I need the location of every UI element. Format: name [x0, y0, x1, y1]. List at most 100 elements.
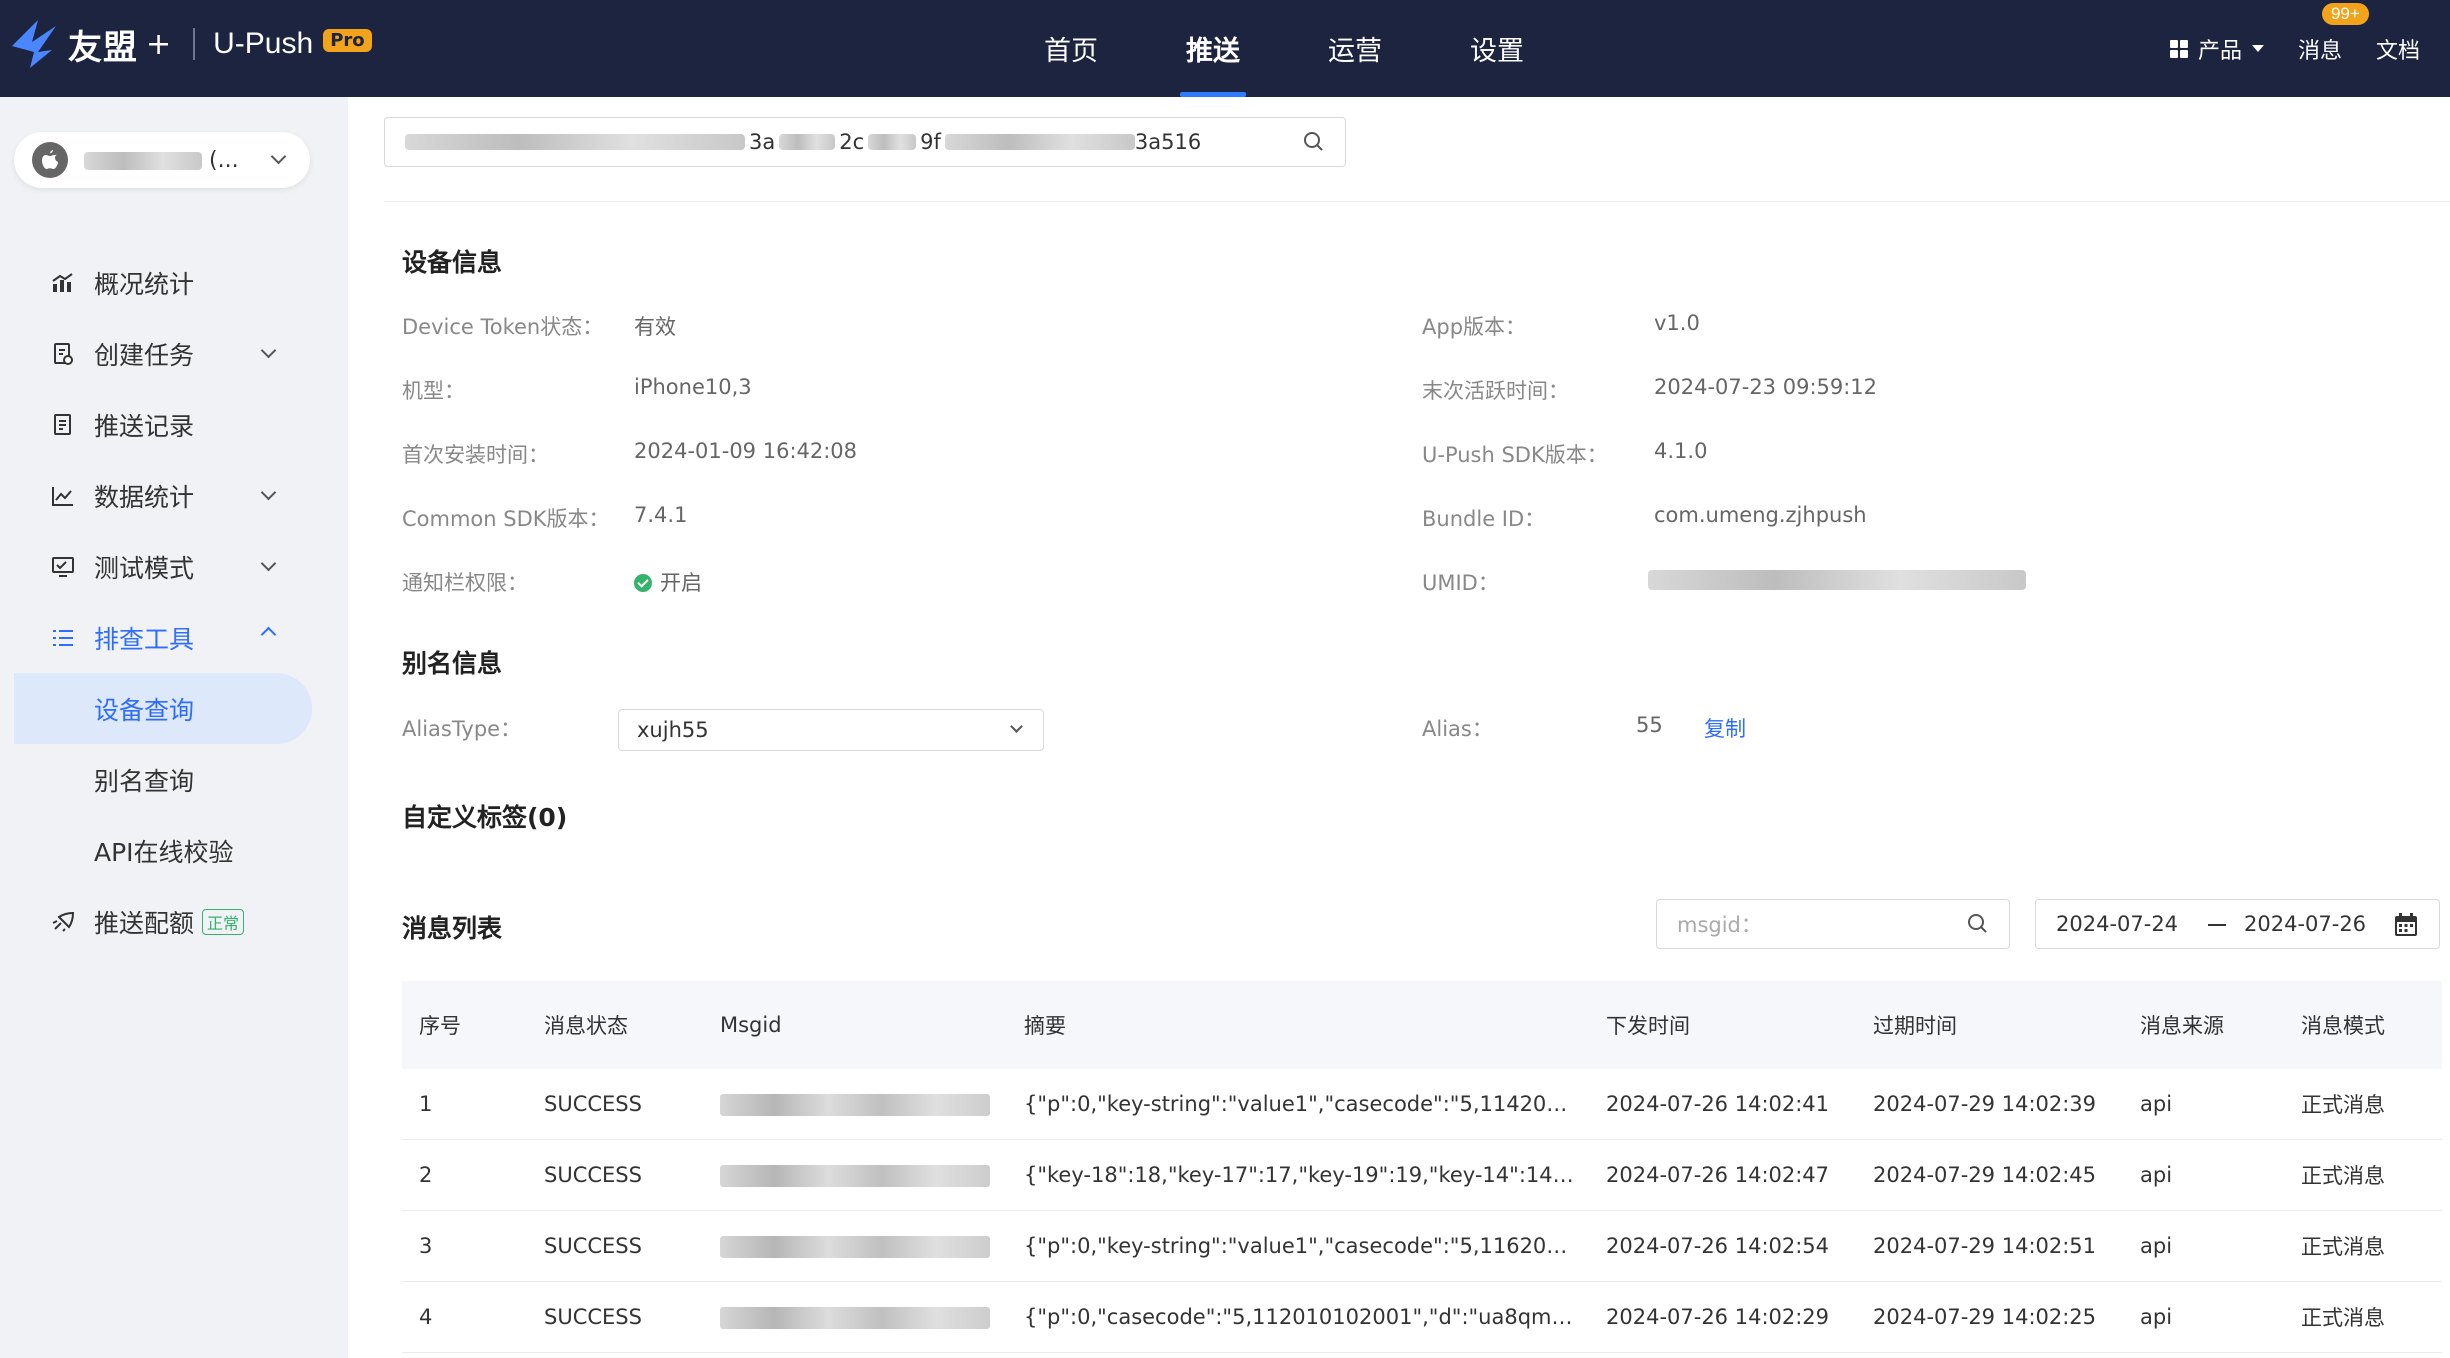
app-name-redacted: [84, 151, 202, 170]
chevron-down-icon: [260, 555, 277, 572]
date-to[interactable]: 2024-07-26: [2244, 912, 2366, 936]
row-index: 3: [419, 1234, 433, 1258]
nav-settings[interactable]: 设置: [1426, 0, 1568, 97]
nav-home[interactable]: 首页: [1000, 0, 1142, 97]
umid-label: UMID：: [1422, 571, 1499, 595]
docs-link[interactable]: 文档: [2376, 33, 2420, 65]
table-row[interactable]: 3 SUCCESS {"p":0,"key-string":"value1","…: [402, 1211, 2442, 1282]
row-mode: 正式消息: [2301, 1235, 2385, 1259]
date-range-picker[interactable]: 2024-07-24 2024-07-26: [2035, 899, 2440, 949]
messages-link[interactable]: 消息 99+: [2298, 2, 2369, 65]
bar-chart-icon: [50, 270, 76, 296]
right-nav: 产品 消息 99+ 文档: [2136, 0, 2420, 97]
main-content: 3a 2c 9f 3a516 设备信息 Device Token状态： 有效 机…: [348, 97, 2450, 1358]
device-info-title: 设备信息: [402, 248, 503, 277]
grid-icon: [2169, 39, 2188, 58]
products-dropdown[interactable]: 产品: [2169, 33, 2264, 65]
nav-operations[interactable]: 运营: [1284, 0, 1426, 97]
sidebar-item-label: 创建任务: [94, 340, 195, 370]
nav-push[interactable]: 推送: [1142, 0, 1284, 97]
row-sent-time: 2024-07-26 14:02:47: [1606, 1163, 1830, 1187]
record-icon: [50, 412, 76, 438]
monitor-icon: [50, 554, 76, 580]
messages-badge: 99+: [2321, 2, 2369, 25]
row-index: 1: [419, 1092, 433, 1116]
sidebar-item-overview[interactable]: 概况统计: [0, 247, 348, 318]
umid-value-redacted: [1648, 567, 2026, 591]
col-summary: 摘要: [1024, 1014, 1066, 1038]
table-row[interactable]: 1 SUCCESS {"p":0,"key-string":"value1","…: [402, 1069, 2442, 1140]
sidebar-item-push-records[interactable]: 推送记录: [0, 389, 348, 460]
copy-alias-link[interactable]: 复制: [1704, 713, 1746, 743]
list-icon: [50, 625, 76, 651]
notification-permission-label: 通知栏权限：: [402, 571, 528, 595]
row-summary: {"p":0,"key-string":"value1","casecode":…: [1024, 1234, 1574, 1258]
first-install-value: 2024-01-09 16:42:08: [634, 439, 858, 463]
product-name: U-Push: [213, 27, 314, 60]
row-status: SUCCESS: [544, 1234, 642, 1258]
alias-label: Alias：: [1422, 717, 1493, 741]
row-status: SUCCESS: [544, 1305, 642, 1329]
msgid-search-input[interactable]: msgid：: [1656, 899, 2010, 949]
table-row[interactable]: 4 SUCCESS {"p":0,"casecode":"5,112010102…: [402, 1282, 2442, 1353]
row-mode: 正式消息: [2301, 1164, 2385, 1188]
apple-icon: [32, 142, 68, 178]
row-msgid-redacted: [720, 1305, 1000, 1329]
sidebar: (... 概况统计 创建任务 推送记录 数据统计 测试模式 排查工具 设备查询 …: [0, 97, 348, 1358]
col-mode: 消息模式: [2301, 1014, 2385, 1038]
device-token-search-input[interactable]: 3a 2c 9f 3a516: [384, 117, 1346, 167]
row-msgid-redacted: [720, 1234, 1000, 1258]
date-from[interactable]: 2024-07-24: [2056, 912, 2178, 936]
row-sent-time: 2024-07-26 14:02:41: [1606, 1092, 1830, 1116]
sidebar-item-push-quota[interactable]: 推送配额 正常: [0, 886, 348, 957]
msgid-placeholder: msgid：: [1677, 913, 1762, 937]
sidebar-item-troubleshoot[interactable]: 排查工具: [0, 602, 348, 673]
sidebar-subitem-device-query[interactable]: 设备查询: [14, 673, 312, 744]
table-header: 序号 消息状态 Msgid 摘要 下发时间 过期时间 消息来源 消息模式: [402, 981, 2442, 1069]
sidebar-item-label: 排查工具: [94, 624, 195, 654]
token-fragment-2: 2c: [839, 130, 865, 154]
caret-down-icon: [2251, 45, 2264, 52]
calendar-icon[interactable]: [2393, 912, 2419, 943]
token-redacted-1: [405, 134, 745, 150]
sidebar-item-test-mode[interactable]: 测试模式: [0, 531, 348, 602]
pro-badge: Pro: [323, 28, 372, 52]
sidebar-subitem-alias-query[interactable]: 别名查询: [0, 744, 348, 815]
search-icon[interactable]: [1967, 913, 1989, 940]
rocket-icon: [50, 909, 76, 935]
umeng-logo[interactable]: 友盟 + U-Push Pro: [8, 14, 372, 74]
col-status: 消息状态: [544, 1014, 628, 1038]
alias-type-select[interactable]: xujh55: [618, 709, 1044, 751]
model-value: iPhone10,3: [634, 375, 752, 399]
row-summary: {"p":0,"key-string":"value1","casecode":…: [1024, 1092, 1574, 1116]
bundle-id-label: Bundle ID：: [1422, 507, 1546, 531]
sidebar-subitem-api-check[interactable]: API在线校验: [0, 815, 348, 886]
token-redacted-3: [868, 134, 917, 150]
alias-type-label: AliasType：: [402, 717, 522, 741]
app-name-suffix: (...: [209, 147, 239, 173]
table-row[interactable]: 2 SUCCESS {"key-18":18,"key-17":17,"key-…: [402, 1140, 2442, 1211]
app-name: (...: [84, 148, 254, 173]
row-source: api: [2140, 1092, 2173, 1116]
chevron-down-icon: [270, 148, 287, 165]
chevron-down-icon: [260, 484, 277, 501]
docs-label: 文档: [2375, 38, 2420, 64]
app-version-label: App版本：: [1422, 315, 1527, 339]
sidebar-item-data-stats[interactable]: 数据统计: [0, 460, 348, 531]
quota-status-badge: 正常: [202, 908, 245, 935]
search-icon[interactable]: [1303, 131, 1325, 158]
row-source: api: [2140, 1305, 2173, 1329]
token-status-label: Device Token状态：: [402, 315, 604, 339]
app-selector[interactable]: (...: [14, 132, 310, 188]
token-status-value: 有效: [634, 315, 676, 339]
row-summary: {"p":0,"casecode":"5,112010102001","d":"…: [1024, 1305, 1574, 1329]
row-expire-time: 2024-07-29 14:02:25: [1873, 1305, 2097, 1329]
sidebar-item-create-task[interactable]: 创建任务: [0, 318, 348, 389]
col-source: 消息来源: [2140, 1014, 2224, 1038]
common-sdk-label: Common SDK版本：: [402, 507, 610, 531]
model-label: 机型：: [402, 379, 465, 403]
notification-permission-text: 开启: [660, 571, 702, 595]
token-fragment-1: 3a: [749, 130, 776, 154]
custom-tags-title: 自定义标签(0): [402, 803, 568, 832]
chevron-down-icon: [1010, 720, 1023, 733]
